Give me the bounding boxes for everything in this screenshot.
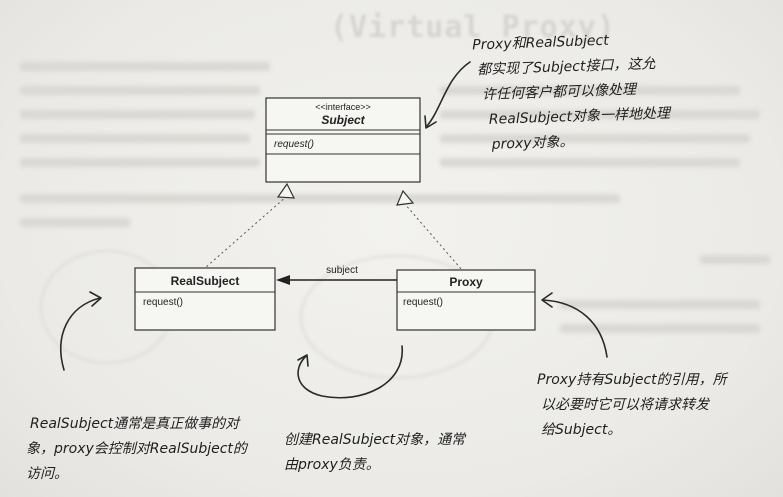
realsubject-realization-line xyxy=(204,195,288,269)
realsubject-name: RealSubject xyxy=(171,274,240,288)
bottom-middle-note-arrow xyxy=(297,345,403,399)
annotation-line: 以必要时它可以将请求转发 xyxy=(541,397,709,413)
proxy-class-box: Proxy request() xyxy=(396,269,536,331)
top-right-note-arrow xyxy=(426,61,471,127)
bottom-right-note-arrow xyxy=(542,299,608,358)
subject-stereotype: <<interface>> xyxy=(315,102,371,112)
subject-method: request() xyxy=(274,139,314,150)
association-label: subject xyxy=(326,265,358,276)
realsubject-class-box: RealSubject request() xyxy=(134,267,276,331)
realsubject-realization-triangle xyxy=(276,182,296,199)
annotation-line: 象，proxy会控制对RealSubject的 xyxy=(26,441,247,457)
book-page: (Virtual Proxy) <<interface>> Subject re… xyxy=(0,0,783,497)
annotation-line: RealSubject通常是真正做事的对 xyxy=(30,416,240,432)
annotation-line: 给Subject。 xyxy=(541,422,622,438)
association-arrowhead xyxy=(276,275,290,285)
bottom-left-note-arrow xyxy=(60,297,101,371)
proxy-method: request() xyxy=(403,297,443,308)
annotation-line: 由proxy负责。 xyxy=(284,457,380,473)
annotation-line: Proxy持有Subject的引用，所 xyxy=(537,372,727,388)
bottom-right-annotation: Proxy持有Subject的引用，所 以必要时它可以将请求转发 给Subjec… xyxy=(537,368,727,443)
bottom-middle-annotation: 创建RealSubject对象，通常 由proxy负责。 xyxy=(284,428,465,478)
realsubject-method: request() xyxy=(143,297,183,308)
annotation-line: 访问。 xyxy=(26,466,68,482)
proxy-realization-triangle xyxy=(396,189,415,206)
proxy-name: Proxy xyxy=(449,275,483,289)
top-right-annotation: Proxy和RealSubject 都实现了Subject接口，这允 许任何客户… xyxy=(472,27,671,159)
annotation-line: 创建RealSubject对象，通常 xyxy=(284,432,466,448)
bottom-left-annotation: RealSubject通常是真正做事的对 象，proxy会控制对RealSubj… xyxy=(26,412,247,487)
proxy-realization-line xyxy=(403,202,463,271)
subject-interface-box: <<interface>> Subject request() xyxy=(265,97,421,183)
subject-name: Subject xyxy=(321,113,365,127)
